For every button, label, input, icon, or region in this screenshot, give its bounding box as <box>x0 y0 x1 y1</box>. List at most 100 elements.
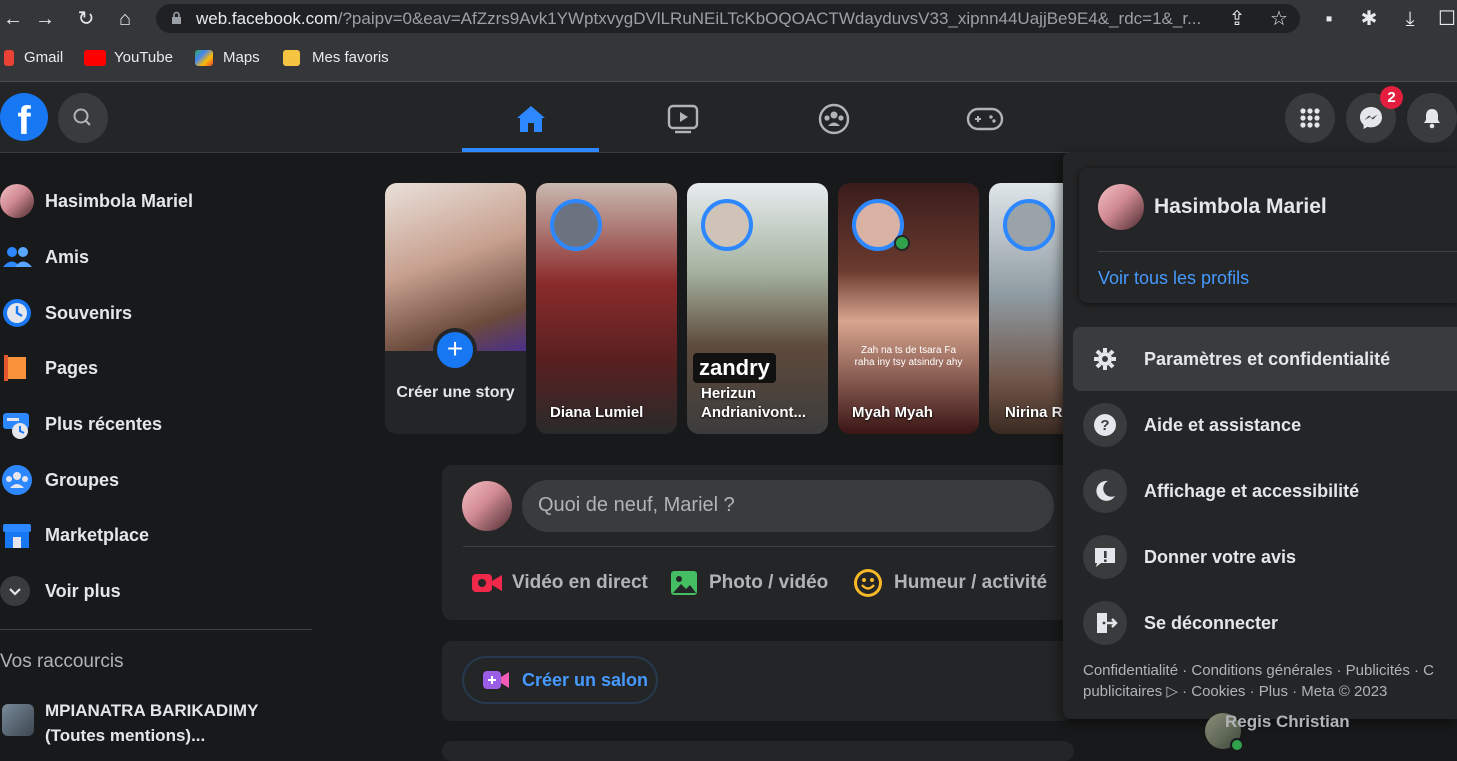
sidebar-divider <box>0 629 312 630</box>
plus-icon: + <box>433 328 477 372</box>
tab-watch[interactable] <box>615 90 750 148</box>
story-card[interactable]: Zah na ts de tsara Fa raha iny tsy atsin… <box>838 183 979 434</box>
bookmark-favorites[interactable]: Mes favoris <box>312 49 389 66</box>
contact-name[interactable]: Regis Christian <box>1225 712 1350 732</box>
photo-icon <box>671 571 697 595</box>
folder-icon <box>283 50 300 66</box>
puzzle-icon[interactable]: ✱ <box>1356 6 1382 32</box>
sidebar-item-recent[interactable]: Plus récentes <box>0 401 162 447</box>
sidebar-item-label: Pages <box>45 357 99 378</box>
online-status-icon <box>894 235 910 251</box>
menu-footer-links[interactable]: Confidentialité · Conditions générales ·… <box>1083 660 1457 702</box>
tab-home[interactable] <box>463 90 598 148</box>
menu-grid-button[interactable] <box>1285 93 1335 143</box>
recent-icon <box>0 407 34 441</box>
extension-badge-icon[interactable]: ▪ <box>1316 6 1342 32</box>
gmail-icon <box>4 50 14 66</box>
chevron-down-icon <box>0 576 30 606</box>
messenger-icon <box>1360 107 1382 129</box>
search-button[interactable] <box>58 93 108 143</box>
tab-groups[interactable] <box>766 90 901 148</box>
friends-icon <box>0 240 34 274</box>
profile-name: Hasimbola Mariel <box>1154 195 1327 218</box>
gaming-tab-icon <box>966 107 1003 131</box>
photo-video-button[interactable]: Photo / vidéo <box>669 567 828 599</box>
story-avatar <box>701 199 753 251</box>
menu-item-display[interactable]: Affichage et accessibilité <box>1073 459 1457 523</box>
story-photo <box>385 183 526 351</box>
menu-item-label: Se déconnecter <box>1144 612 1279 633</box>
gear-icon <box>1083 337 1127 381</box>
menu-item-help[interactable]: ? Aide et assistance <box>1073 393 1457 457</box>
bookmark-youtube[interactable]: YouTube <box>114 49 173 66</box>
share-icon[interactable]: ⇪ <box>1224 6 1250 32</box>
sidebar-item-pages[interactable]: Pages <box>0 345 98 391</box>
avatar <box>1098 184 1144 230</box>
home-tab-icon <box>516 106 545 132</box>
footer-line[interactable]: publicitaires ▷ · Cookies · Plus · Meta … <box>1083 681 1457 702</box>
see-all-profiles-link[interactable]: Voir tous les profils <box>1098 268 1249 289</box>
bookmark-maps[interactable]: Maps <box>223 49 260 66</box>
bookmark-gmail[interactable]: Gmail <box>24 49 63 66</box>
online-status-icon <box>1230 738 1244 752</box>
sidebar-item-label: Plus récentes <box>45 413 163 434</box>
star-icon[interactable]: ☆ <box>1266 6 1292 32</box>
marketplace-icon <box>0 518 34 552</box>
window-icon[interactable]: ☐ <box>1434 6 1457 32</box>
help-icon: ? <box>1083 403 1127 447</box>
notifications-button[interactable] <box>1407 93 1457 143</box>
menu-item-logout[interactable]: Se déconnecter <box>1073 591 1457 655</box>
story-name: Diana Lumiel <box>550 404 644 421</box>
grid-icon <box>1300 108 1320 128</box>
sidebar-item-profile[interactable]: Hasimbola Mariel <box>0 178 193 224</box>
url-text[interactable]: web.facebook.com/?paipv=0&eav=AfZzrs9Avk… <box>196 9 1216 29</box>
groups-tab-icon <box>818 103 849 135</box>
action-label: Humeur / activité <box>894 572 1048 593</box>
sidebar-item-label: Voir plus <box>45 580 121 601</box>
action-label: Photo / vidéo <box>709 572 829 593</box>
story-overlay-text: Zah na ts de tsara Fa raha iny tsy atsin… <box>854 345 963 368</box>
sidebar-item-label: Marketplace <box>45 524 150 545</box>
footer-line[interactable]: Confidentialité · Conditions générales ·… <box>1083 660 1457 681</box>
sidebar-item-see-more[interactable]: Voir plus <box>0 568 121 614</box>
menu-item-feedback[interactable]: Donner votre avis <box>1073 525 1457 589</box>
create-story-card[interactable]: + Créer une story <box>385 183 526 434</box>
download-icon[interactable]: ⤓ <box>1397 6 1423 32</box>
sidebar-item-label: Hasimbola Mariel <box>45 190 194 211</box>
composer-divider <box>463 546 1055 547</box>
avatar[interactable] <box>462 481 512 531</box>
story-name: Nirina R <box>1005 404 1063 421</box>
video-room-icon <box>483 671 509 689</box>
facebook-logo-icon[interactable]: f <box>0 93 48 141</box>
story-overlay-text: zandry <box>693 353 776 383</box>
sidebar-item-marketplace[interactable]: Marketplace <box>0 512 149 558</box>
moon-icon <box>1083 469 1127 513</box>
feed-post-card <box>442 741 1074 761</box>
forward-icon[interactable]: → <box>32 6 58 32</box>
reload-icon[interactable]: ↻ <box>73 6 99 32</box>
sidebar-item-groups[interactable]: Groupes <box>0 457 119 503</box>
live-video-button[interactable]: Vidéo en direct <box>471 567 648 599</box>
live-video-icon <box>472 574 502 592</box>
sidebar-item-friends[interactable]: Amis <box>0 234 89 280</box>
story-avatar <box>550 199 602 251</box>
svg-text:?: ? <box>1100 417 1109 434</box>
sidebar-item-memories[interactable]: Souvenirs <box>0 290 132 336</box>
tab-gaming[interactable] <box>917 90 1052 148</box>
menu-item-settings[interactable]: Paramètres et confidentialité <box>1073 327 1457 391</box>
story-name: Herizun Andrianivont... <box>701 385 806 421</box>
create-room-button[interactable]: Créer un salon <box>462 656 658 704</box>
menu-item-label: Aide et assistance <box>1144 414 1302 435</box>
story-card[interactable]: Diana Lumiel <box>536 183 677 434</box>
back-icon[interactable]: ← <box>0 6 26 32</box>
menu-item-label: Donner votre avis <box>1144 546 1297 567</box>
smiley-icon <box>854 569 882 597</box>
create-story-label: Créer une story <box>396 384 515 401</box>
youtube-icon <box>84 50 106 66</box>
story-card[interactable]: Nirina R <box>989 183 1064 434</box>
shortcut-label: MPIANATRA BARIKADIMY (Toutes mentions)..… <box>45 701 259 745</box>
action-label: Vidéo en direct <box>512 572 648 593</box>
feeling-activity-button[interactable]: Humeur / activité <box>852 567 1047 599</box>
story-card[interactable]: zandry Herizun Andrianivont... <box>687 183 828 434</box>
home-icon[interactable]: ⌂ <box>112 6 138 32</box>
